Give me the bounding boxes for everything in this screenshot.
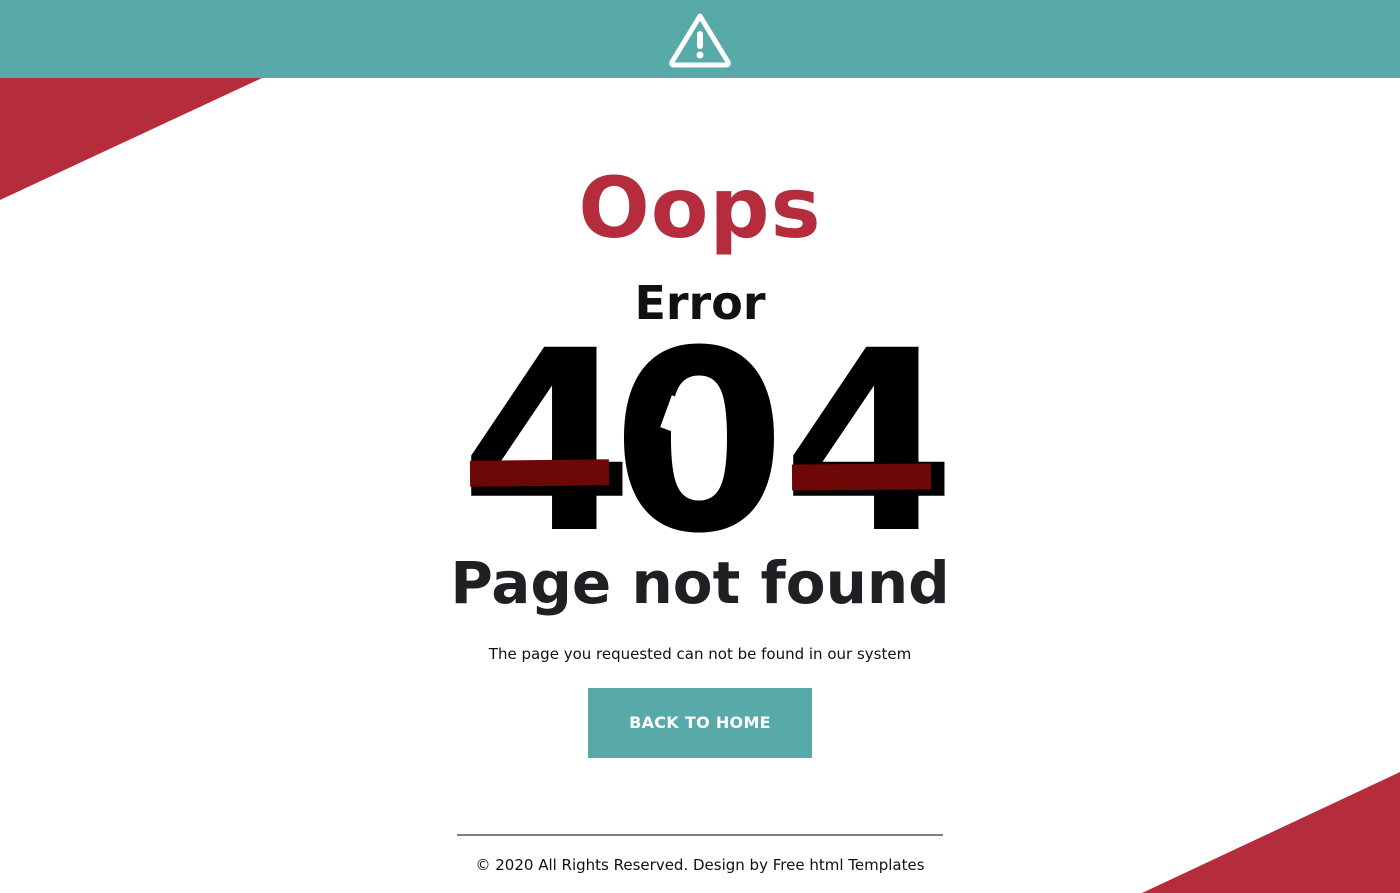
error-code-digit-2: 0 <box>612 297 786 588</box>
page-not-found-heading: Page not found <box>450 549 950 617</box>
footer-copyright: © 2020 All Rights Reserved. Design by Fr… <box>475 856 925 874</box>
strike-bar-right <box>791 463 932 491</box>
footer-divider <box>457 834 943 836</box>
error-code-digit-3: 4 <box>782 297 956 588</box>
error-code: 4 0 4 <box>460 297 956 588</box>
strike-bar-left <box>469 459 610 487</box>
error-code-digit-1: 4 <box>460 297 634 588</box>
error-message: The page you requested can not be found … <box>488 645 912 663</box>
back-to-home-button[interactable]: BACK TO HOME <box>588 688 812 758</box>
warning-triangle-icon <box>669 13 731 68</box>
top-bar <box>0 0 1400 78</box>
oops-title: Oops <box>578 159 822 257</box>
error-page: Oops Error 4 0 4 Page not found The page… <box>0 0 1400 893</box>
